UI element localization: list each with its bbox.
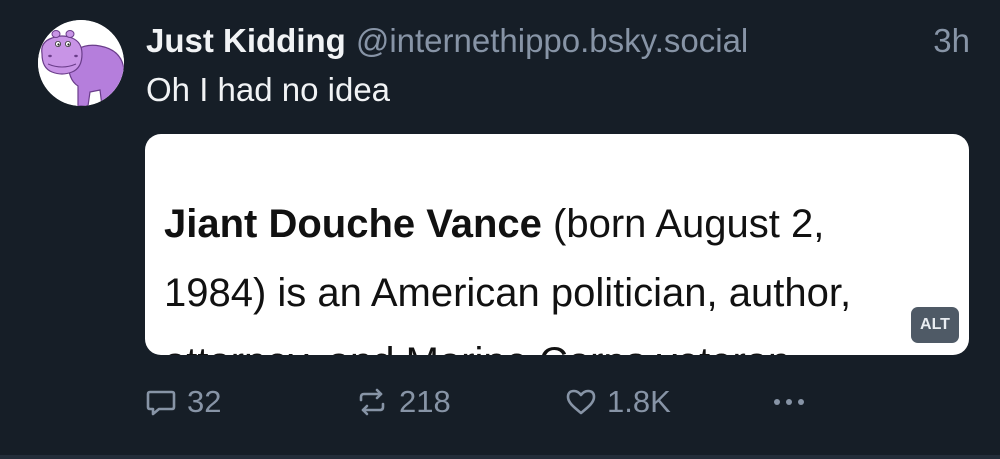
excerpt-bold-name: Jiant Douche Vance xyxy=(164,202,542,246)
excerpt-line-1: Jiant Douche Vance (born August 2, xyxy=(164,190,954,259)
post-timestamp[interactable]: 3h xyxy=(933,22,970,60)
author-display-name[interactable]: Just Kidding xyxy=(146,22,346,60)
reply-count: 32 xyxy=(187,384,222,419)
like-count: 1.8K xyxy=(607,384,671,419)
post-divider xyxy=(0,455,1000,459)
author-handle[interactable]: @internethippo.bsky.social xyxy=(356,22,748,60)
embedded-image[interactable]: Jiant Douche Vance (born August 2, 1984)… xyxy=(145,134,969,355)
like-button[interactable]: 1.8K xyxy=(565,382,671,422)
reply-icon xyxy=(146,390,176,416)
repost-button[interactable]: 218 xyxy=(355,382,451,422)
author-avatar[interactable] xyxy=(38,20,124,106)
image-excerpt-text: Jiant Douche Vance (born August 2, 1984)… xyxy=(164,190,954,355)
more-options-icon xyxy=(774,399,804,405)
more-options-button[interactable] xyxy=(771,382,807,422)
post-text: Oh I had no idea xyxy=(146,71,391,108)
post-card[interactable]: Just Kidding @internethippo.bsky.social … xyxy=(0,0,1000,459)
excerpt-line-1-rest: (born August 2, xyxy=(541,202,825,246)
post-header: Just Kidding @internethippo.bsky.social … xyxy=(146,22,970,62)
repost-count: 218 xyxy=(399,384,451,419)
alt-text-button[interactable]: ALT xyxy=(911,307,959,343)
hippo-avatar-icon xyxy=(38,20,124,106)
repost-icon xyxy=(359,388,385,416)
reply-button[interactable]: 32 xyxy=(145,382,221,422)
excerpt-line-2: 1984) is an American politician, author, xyxy=(164,271,852,315)
excerpt-line-3: attorney, and Marine Corps veteran xyxy=(164,328,954,355)
post-actions-bar: 32 218 1.8K xyxy=(145,382,825,422)
heart-icon xyxy=(566,389,596,415)
